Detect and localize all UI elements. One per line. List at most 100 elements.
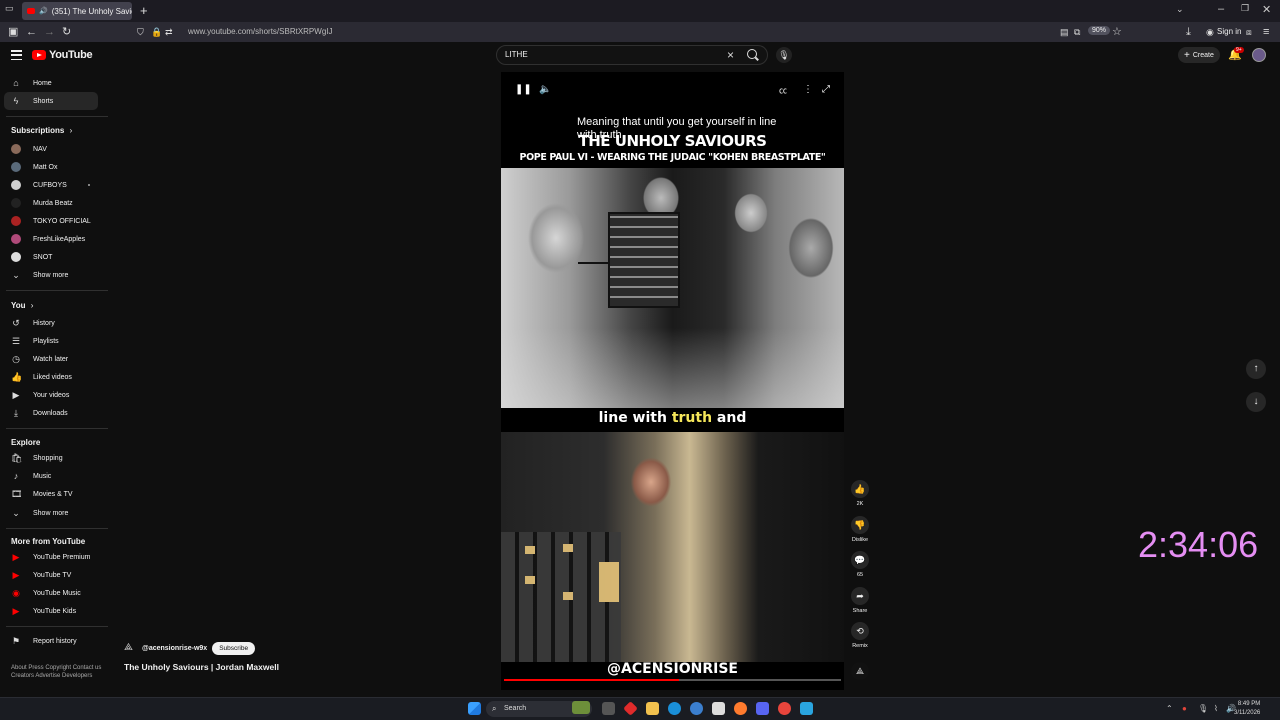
maximize-icon[interactable]: ❐ (1241, 3, 1249, 14)
reader-view-icon[interactable]: ▤ (1060, 25, 1069, 39)
app-red-icon[interactable] (623, 701, 638, 716)
sidebar-item-subscription[interactable]: NAV (4, 140, 98, 158)
sidebar-item-liked-videos[interactable]: 👍 Liked videos (4, 368, 98, 386)
extensions-icon[interactable]: ⧈ (1246, 25, 1252, 39)
progress-bar[interactable] (504, 679, 841, 681)
firefox-icon[interactable] (734, 702, 747, 715)
like-button[interactable]: 👍 2K (850, 480, 870, 507)
sidebar-toggle-icon[interactable]: ▣ (8, 25, 18, 39)
sidebar-item-shopping[interactable]: 🛍 Shopping (4, 449, 98, 467)
more-options-icon[interactable]: ⋮ (803, 84, 813, 95)
shorts-player[interactable]: ❚❚ 🔈 ㏄ ⋮ ⤢ THE UNHOLY SAVIOURS POPE PAUL… (501, 72, 844, 690)
sidebar-item-subscription[interactable]: Matt Ox (4, 158, 98, 176)
sidebar-item-subscription[interactable]: SNOT (4, 248, 98, 266)
close-window-icon[interactable]: ✕ (1262, 3, 1271, 16)
telegram-icon[interactable] (800, 702, 813, 715)
pause-icon[interactable]: ❚❚ (515, 84, 532, 95)
back-icon[interactable]: ← (26, 25, 37, 39)
forward-icon[interactable]: → (44, 25, 55, 39)
permissions-icon[interactable]: ⇄ (165, 25, 173, 39)
sidebar-item-show-more[interactable]: ⌄ Show more (4, 504, 98, 522)
channel-name[interactable]: @acensionrise-w9x (142, 645, 207, 652)
share-button[interactable]: ➦ Share (850, 587, 870, 614)
widget-icon[interactable] (572, 701, 590, 714)
sidebar-item-watch-later[interactable]: ◷ Watch later (4, 350, 98, 368)
guide-menu-icon[interactable] (11, 50, 22, 60)
subscriptions-heading[interactable]: Subscriptions › (11, 126, 72, 135)
sidebar-item-downloads[interactable]: ⤓ Downloads (4, 404, 98, 422)
account-icon[interactable]: ◉ (1206, 25, 1214, 39)
shield-icon[interactable]: ⛉ (137, 25, 144, 39)
chrome-like-icon[interactable] (690, 702, 703, 715)
zoom-level[interactable]: 90% (1088, 26, 1111, 35)
previous-short-button[interactable]: ↑ (1246, 359, 1266, 379)
sidebar-item-youtube-music[interactable]: ◉ YouTube Music (4, 584, 98, 602)
search-icon[interactable] (747, 49, 757, 59)
downloads-icon[interactable]: ⤓ (1186, 25, 1191, 39)
sidebar-item-home[interactable]: ⌂ Home (4, 74, 98, 92)
task-view-icon[interactable] (602, 702, 615, 715)
microphone-icon[interactable]: 🎙 (1198, 704, 1208, 713)
sidebar-item-history[interactable]: ↺ History (4, 314, 98, 332)
url-bar[interactable]: www.youtube.com/shorts/SBRtXRPWgIJ (188, 27, 333, 36)
edge-icon[interactable] (668, 702, 681, 715)
subscribe-button[interactable]: Subscribe (212, 642, 256, 655)
sidebar-item-youtube-premium[interactable]: ▶ YouTube Premium (4, 548, 98, 566)
lock-icon[interactable]: 🔒 (151, 25, 162, 39)
sidebar-item-subscription[interactable]: Murda Beatz (4, 194, 98, 212)
clear-search-icon[interactable]: × (727, 48, 734, 62)
sign-in-label[interactable]: Sign in (1217, 27, 1241, 36)
voice-search-icon[interactable]: 🎙 (776, 47, 792, 63)
next-short-button[interactable]: ↓ (1246, 392, 1266, 412)
sidebar-item-shorts[interactable]: ϟ Shorts (4, 92, 98, 110)
fullscreen-icon[interactable]: ⤢ (822, 84, 830, 95)
channel-logo-icon[interactable]: ⟁ (124, 642, 137, 655)
browser-tab[interactable]: 🔊 (351) The Unholy Saviours × (22, 2, 132, 20)
search-box[interactable]: LITHE × (496, 45, 768, 65)
discord-icon[interactable] (756, 702, 769, 715)
tab-list-icon[interactable]: ▭ (5, 3, 14, 14)
new-tab-button[interactable]: + (140, 3, 148, 18)
file-explorer-icon[interactable] (646, 702, 659, 715)
sidebar-item-youtube-tv[interactable]: ▶ YouTube TV (4, 566, 98, 584)
minimize-icon[interactable]: – (1218, 3, 1224, 15)
tray-chevron-icon[interactable]: ⌃ (1166, 704, 1173, 713)
wifi-icon[interactable]: ⌇ (1214, 704, 1218, 713)
sidebar-item-playlists[interactable]: ☰ Playlists (4, 332, 98, 350)
sidebar-item-music[interactable]: ♪ Music (4, 467, 98, 485)
remix-button[interactable]: ⟲ Remix (850, 622, 870, 649)
menu-icon[interactable]: ≡ (1263, 25, 1269, 39)
create-button[interactable]: + Create (1178, 47, 1220, 63)
chevron-right-icon: › (30, 301, 34, 310)
volume-icon[interactable]: 🔈 (539, 84, 551, 95)
sidebar-item-your-videos[interactable]: ▶ Your videos (4, 386, 98, 404)
tray-app-icon[interactable]: ● (1182, 704, 1187, 713)
sidebar-item-report-history[interactable]: ⚑ Report history (4, 632, 98, 650)
sidebar-item-subscription[interactable]: FreshLikeApples (4, 230, 98, 248)
audio-icon[interactable]: 🔊 (39, 7, 48, 15)
store-icon[interactable] (712, 702, 725, 715)
you-heading[interactable]: You › (11, 301, 33, 310)
avatar[interactable] (1252, 48, 1266, 62)
tab-overflow-chevron-icon[interactable]: ⌄ (1176, 4, 1184, 15)
sidebar-item-movies-tv[interactable]: 🎞 Movies & TV (4, 485, 98, 503)
windows-start-icon[interactable] (468, 702, 481, 715)
reload-icon[interactable]: ↻ (62, 25, 71, 39)
bookmark-star-icon[interactable]: ☆ (1112, 25, 1122, 39)
dislike-button[interactable]: 👎 Dislike (850, 516, 870, 543)
comments-button[interactable]: 💬 65 (850, 551, 870, 578)
taskbar-clock[interactable]: 8:49 PM 3/11/2026 (1234, 700, 1260, 718)
youtube-logo[interactable]: YouTube (32, 49, 93, 61)
channel-avatar-button[interactable]: ⟁ (850, 662, 870, 680)
short-title[interactable]: The Unholy Saviours | Jordan Maxwell (124, 662, 279, 672)
chevron-down-icon: ⌄ (12, 507, 20, 518)
app-icon[interactable] (778, 702, 791, 715)
pip-icon[interactable]: ⧉ (1074, 25, 1080, 39)
captions-icon[interactable]: ㏄ (779, 85, 787, 96)
sidebar-item-subscription[interactable]: TOKYO OFFICIAL (4, 212, 98, 230)
search-input[interactable]: LITHE (505, 50, 528, 59)
sidebar-item-show-more[interactable]: ⌄ Show more (4, 266, 98, 284)
footer-links[interactable]: About Press Copyright Contact us Creator… (11, 664, 106, 680)
sidebar-item-subscription[interactable]: CUFBOYS (4, 176, 98, 194)
sidebar-item-youtube-kids[interactable]: ▶ YouTube Kids (4, 602, 98, 620)
